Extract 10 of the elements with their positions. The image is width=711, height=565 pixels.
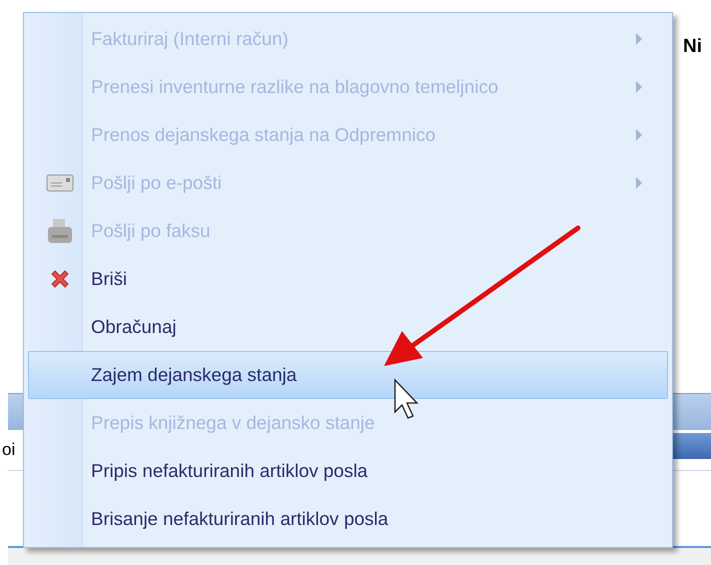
menu-item[interactable]: Briši xyxy=(28,255,668,303)
menu-item[interactable]: Pripis nefakturiranih artiklov posla xyxy=(28,447,668,495)
menu-item[interactable]: Obračunaj xyxy=(28,303,668,351)
mouse-cursor-icon xyxy=(394,378,419,419)
table-cell: oi xyxy=(2,440,16,460)
email-icon xyxy=(46,173,74,193)
heading-text: Ni xyxy=(683,36,703,59)
printer-icon xyxy=(46,218,74,244)
menu-item[interactable]: Zajem dejanskega stanja xyxy=(28,351,668,399)
menu-item[interactable]: Brisanje nefakturiranih artiklov posla xyxy=(28,495,668,543)
